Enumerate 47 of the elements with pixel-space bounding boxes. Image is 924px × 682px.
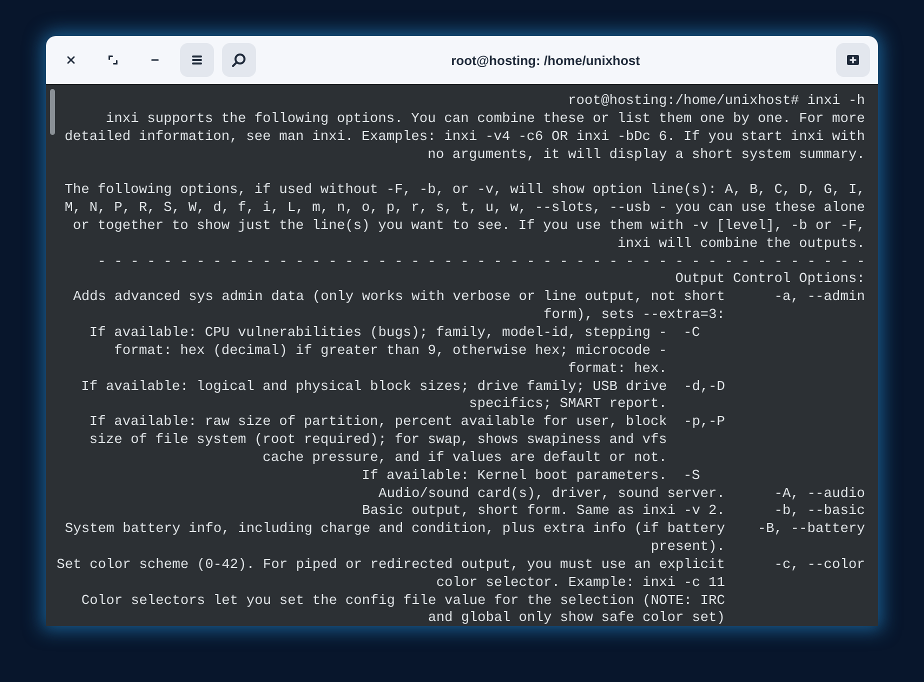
search-icon (231, 52, 247, 68)
window-title: root@hosting: /home/unixhost (452, 52, 640, 68)
option-description: specifics; SMART report. (468, 396, 667, 414)
option-description: present). (650, 539, 725, 557)
option-description: Audio/sound card(s), driver, sound server. (378, 486, 725, 504)
scrollbar-thumb[interactable] (50, 89, 55, 135)
output-line: or together to show just the line(s) you want to see. If you use them with -v [level], -b or -F, (72, 218, 865, 236)
output-line: inxi will combine the outputs. (617, 236, 865, 254)
option-label: -c, --color (774, 556, 865, 575)
close-icon (65, 54, 77, 66)
option-description: If available: CPU vulnerabilities (bugs); family, model-id, stepping - (89, 324, 667, 343)
option-description: System battery info, including charge and condition, plus extra info (if battery (64, 521, 725, 540)
output-line: detailed information, see man inxi. Examples: inxi -v4 -c6 OR inxi -bDc 6. If you start inxi with (64, 128, 865, 147)
option-description: color selector. Example: inxi -c 11 (436, 574, 725, 593)
sub-option-label: -S (683, 468, 700, 486)
option-description: If available: logical and physical block sizes; drive family; USB drive (81, 378, 667, 396)
separator-line: - - - - - - - - - - - - - - - - - - - - - - - - - - - - - - - - - - - - - - - - - - - - - - - (98, 254, 865, 272)
output-line: The following options, if used without -F, -b, or -v, will show option line(s): A, B, C, D, G, I, (64, 182, 865, 200)
option-description: cache pressure, and if values are default or not. (262, 450, 667, 468)
option-description: If available: raw size of partition, percent available for user, block (89, 414, 667, 432)
option-description: Adds advanced sys admin data (only works with verbose or line output, not short (72, 289, 725, 308)
new-tab-button[interactable] (836, 43, 870, 77)
option-label: -B, --battery (758, 521, 865, 540)
maximize-icon (107, 54, 119, 66)
option-description: Basic output, short form. Same as inxi -v 2. (362, 503, 725, 522)
option-description: size of file system (root required); for swap, shows swapiness and vfs (89, 432, 667, 450)
command-prompt: root@hosting:/home/unixhost# inxi -h (568, 93, 865, 111)
section-heading: Output Control Options: (675, 271, 865, 290)
option-label: -a, --admin (774, 289, 865, 308)
search-button[interactable] (222, 43, 256, 77)
output-line: inxi supports the following options. You can combine these or list them one by one. For more (106, 110, 865, 129)
option-description: format: hex (decimal) if greater than 9, otherwise hex; microcode - (114, 342, 667, 361)
sub-option-label: -p,-P (683, 414, 725, 432)
option-description: Set color scheme (0-42). For piped or redirected output, you must use an explicit (56, 556, 725, 575)
option-description: format: hex. (568, 360, 667, 378)
sub-option-label: -C (683, 324, 700, 343)
option-description: Color selectors let you set the config file value for the selection (NOTE: IRC (81, 592, 725, 610)
sub-option-label: -d,-D (683, 378, 725, 396)
option-description: and global only show safe color set) (428, 610, 725, 626)
option-label: -A, --audio (774, 486, 865, 504)
new-tab-icon (845, 52, 861, 68)
output-line: no arguments, it will display a short system summary. (428, 146, 865, 164)
option-label: -b, --basic (774, 503, 865, 522)
menu-button[interactable] (180, 43, 214, 77)
output-line: M, N, P, R, S, W, d, f, i, L, m, n, o, p, r, s, t, u, w, --slots, --usb - you can use these alone (64, 200, 865, 218)
option-description: form), sets --extra=3: (543, 307, 725, 325)
option-description: If available: Kernel boot parameters. (362, 468, 667, 486)
